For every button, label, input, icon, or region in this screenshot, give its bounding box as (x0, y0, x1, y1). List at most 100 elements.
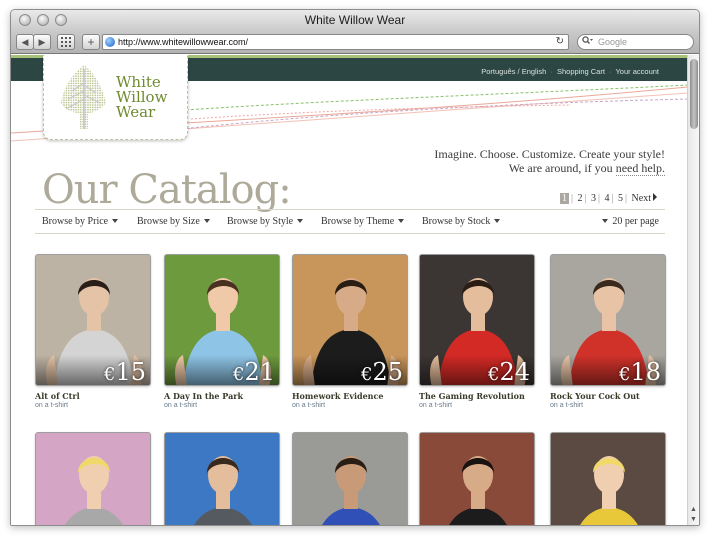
tagline-line2-text: We are around, if you (508, 161, 616, 175)
window-title: White Willow Wear (304, 13, 406, 27)
browse-by-stock-dropdown[interactable]: Browse by Stock (422, 216, 501, 227)
willow-tree-icon (61, 65, 106, 129)
product-card[interactable] (164, 432, 280, 525)
next-page-link[interactable]: Next (632, 193, 657, 204)
forward-button[interactable]: ▶ (33, 34, 51, 50)
filter-bar: Browse by Price Browse by Size Browse by… (35, 209, 665, 234)
page-1-link[interactable]: 1 (559, 193, 569, 204)
grid-icon (61, 37, 71, 47)
triangle-down-icon (203, 219, 210, 223)
page-5-link[interactable]: 5 (618, 193, 623, 204)
bookmarks-grid-button[interactable] (57, 34, 75, 50)
filter-label: Browse by Price (42, 216, 109, 227)
product-subtitle: on a t-shirt (292, 402, 326, 409)
product-name-link[interactable]: Rock Your Cock Out (550, 391, 666, 401)
product-card[interactable] (550, 432, 666, 525)
filter-label: Browse by Style (227, 216, 294, 227)
vertical-scrollbar[interactable]: ▲ ▼ (687, 55, 699, 525)
currency-symbol: € (619, 364, 631, 385)
logo-word-wear: Wear (116, 103, 156, 121)
triangle-right-icon (653, 193, 657, 201)
product-photo[interactable]: €25 (292, 254, 408, 386)
product-name-link[interactable]: Homework Evidence (292, 391, 408, 401)
logo-text: White Willow Wear (116, 75, 167, 120)
filter-label: Browse by Size (137, 216, 200, 227)
scroll-up-arrow-icon[interactable]: ▲ (688, 505, 699, 515)
browser-window: White Willow Wear ◀ ▶ + http://www.white… (10, 9, 700, 526)
per-page-dropdown[interactable]: 20 per page (602, 216, 659, 227)
top-links: Português / English · Shopping Cart · Yo… (481, 67, 659, 76)
product-photo[interactable] (35, 432, 151, 525)
browse-by-price-dropdown[interactable]: Browse by Price (42, 216, 119, 227)
language-link[interactable]: Português / English (481, 67, 546, 76)
product-card[interactable]: €21 A Day In the Park on a t-shirt (164, 254, 280, 409)
reload-icon[interactable]: ↻ (556, 35, 564, 49)
browse-by-theme-dropdown[interactable]: Browse by Theme (321, 216, 405, 227)
product-subtitle: on a t-shirt (164, 402, 198, 409)
add-bookmark-button[interactable]: + (82, 34, 100, 50)
scroll-down-arrow-icon[interactable]: ▼ (688, 515, 699, 525)
tagline-line2: We are around, if you need help. (405, 161, 665, 176)
triangle-down-icon (494, 219, 501, 223)
page-3-link[interactable]: 3 (591, 193, 596, 204)
price-tag: €24 (488, 358, 530, 385)
page-2-link[interactable]: 2 (577, 193, 582, 204)
product-photo[interactable] (419, 432, 535, 525)
model-figure (420, 433, 534, 525)
globe-icon (105, 37, 115, 47)
need-help-link[interactable]: need help. (615, 161, 665, 176)
model-figure (293, 433, 407, 525)
product-photo[interactable] (164, 432, 280, 525)
scrollbar-thumb[interactable] (690, 59, 698, 129)
browse-by-size-dropdown[interactable]: Browse by Size (137, 216, 210, 227)
product-card[interactable] (419, 432, 535, 525)
search-icon (582, 35, 593, 49)
url-text: http://www.whitewillowwear.com/ (118, 37, 249, 47)
currency-symbol: € (361, 364, 373, 385)
your-account-link[interactable]: Your account (615, 67, 659, 76)
pagination: 1 | 2 | 3 | 4 | 5 | Next (558, 193, 659, 204)
tagline: Imagine. Choose. Customize. Create your … (405, 147, 665, 176)
browse-by-style-dropdown[interactable]: Browse by Style (227, 216, 304, 227)
shopping-cart-link[interactable]: Shopping Cart (557, 67, 605, 76)
page-4-link[interactable]: 4 (605, 193, 610, 204)
product-subtitle: on a t-shirt (550, 402, 584, 409)
product-card[interactable]: €15 Alt of Ctrl on a t-shirt (35, 254, 151, 409)
product-photo[interactable]: €15 (35, 254, 151, 386)
back-button[interactable]: ◀ (16, 34, 34, 50)
model-figure (36, 433, 150, 525)
triangle-down-icon (297, 219, 304, 223)
product-name-link[interactable]: The Gaming Revolution (419, 391, 535, 401)
currency-symbol: € (233, 364, 245, 385)
product-subtitle: on a t-shirt (35, 402, 69, 409)
currency-symbol: € (488, 364, 500, 385)
page-title: Our Catalog: (42, 167, 292, 213)
product-card[interactable] (292, 432, 408, 525)
model-figure (165, 433, 279, 525)
next-label: Next (631, 193, 651, 204)
price-tag: €18 (619, 358, 661, 385)
product-name-link[interactable]: A Day In the Park (164, 391, 280, 401)
product-card[interactable]: €25 Homework Evidence on a t-shirt (292, 254, 408, 409)
product-photo[interactable]: €24 (419, 254, 535, 386)
product-card[interactable] (35, 432, 151, 525)
triangle-down-icon (112, 219, 119, 223)
address-bar[interactable]: http://www.whitewillowwear.com/ ↻ (102, 34, 569, 50)
search-input[interactable]: Google (577, 34, 694, 50)
product-photo[interactable]: €18 (550, 254, 666, 386)
price-tag: €25 (361, 358, 403, 385)
web-page: Português / English · Shopping Cart · Yo… (11, 55, 688, 525)
product-photo[interactable] (292, 432, 408, 525)
tagline-line1: Imagine. Choose. Customize. Create your … (434, 147, 665, 161)
search-placeholder: Google (598, 37, 628, 47)
product-name-link[interactable]: Alt of Ctrl (35, 391, 151, 401)
link-separator: · (550, 67, 553, 76)
triangle-down-icon (398, 219, 405, 223)
product-photo[interactable]: €21 (164, 254, 280, 386)
triangle-down-icon (602, 219, 609, 223)
product-card[interactable]: €24 The Gaming Revolution on a t-shirt (419, 254, 535, 409)
site-logo[interactable]: White Willow Wear (43, 55, 188, 140)
product-photo[interactable] (550, 432, 666, 525)
link-separator: · (609, 67, 612, 76)
product-card[interactable]: €18 Rock Your Cock Out on a t-shirt (550, 254, 666, 409)
